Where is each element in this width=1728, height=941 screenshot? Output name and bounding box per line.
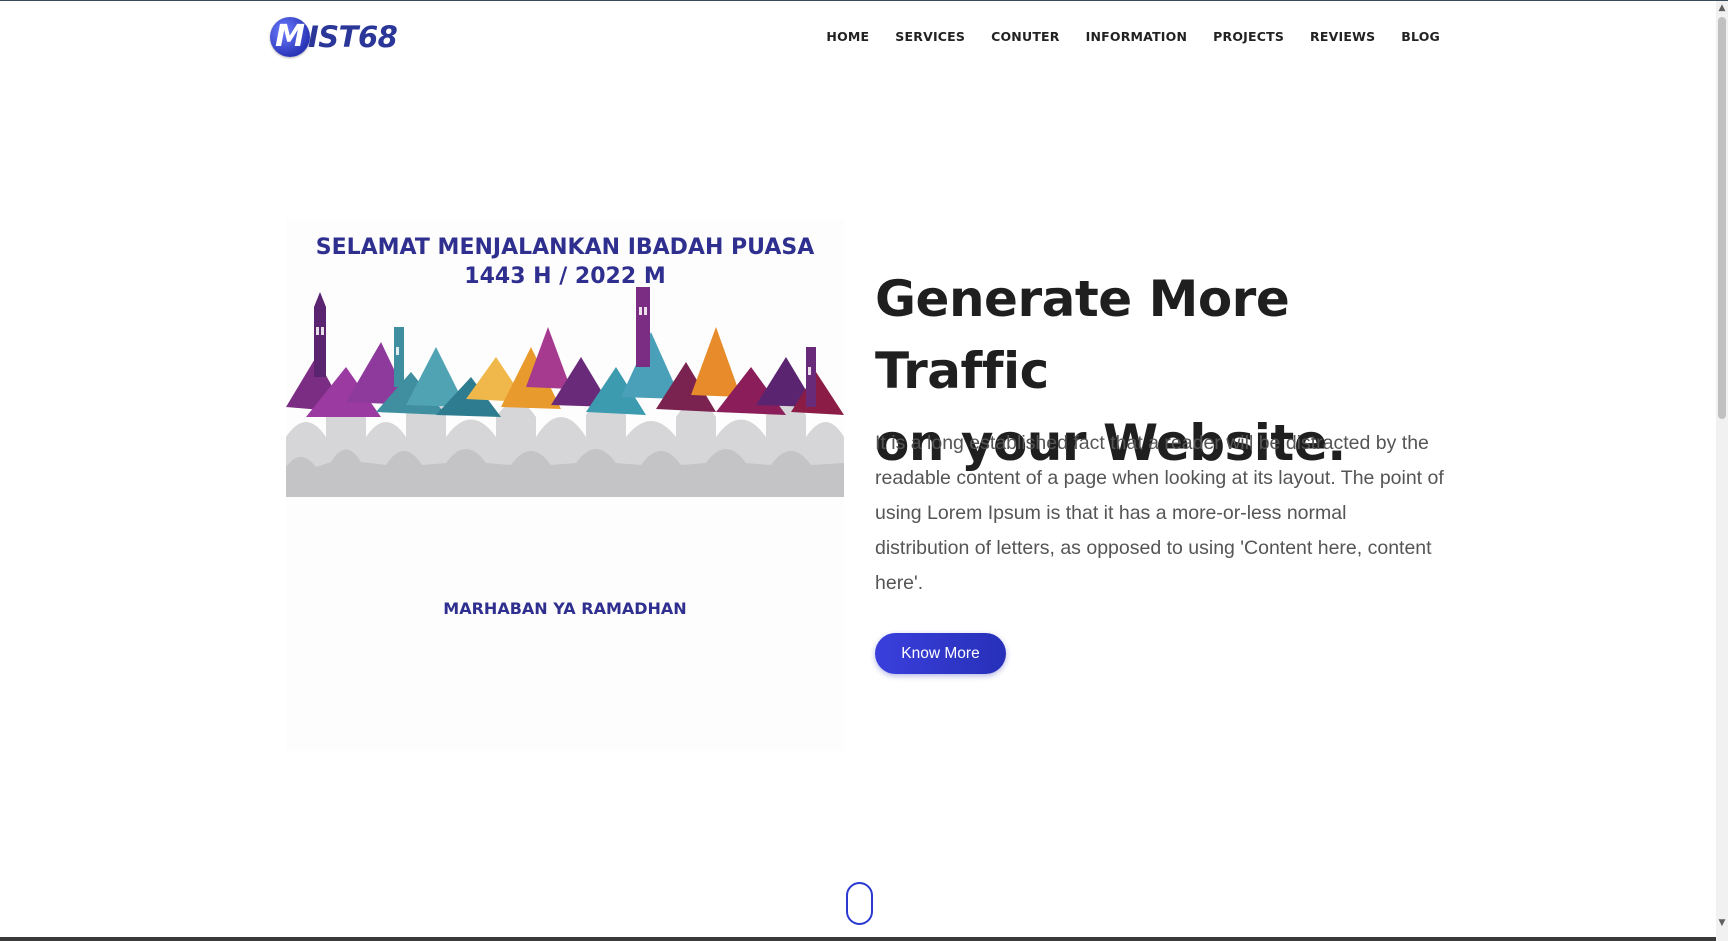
know-more-button[interactable]: Know More bbox=[875, 633, 1006, 674]
nav-services[interactable]: SERVICES bbox=[895, 29, 965, 44]
hero-title-line1: Generate More Traffic bbox=[875, 270, 1290, 400]
horizontal-scrollbar[interactable] bbox=[0, 937, 1716, 941]
banner-title-line1: SELAMAT MENJALANKAN IBADAH PUASA bbox=[315, 235, 815, 260]
nav-reviews[interactable]: REVIEWS bbox=[1310, 29, 1375, 44]
page: M IST68 HOME SERVICES CONUTER INFORMATIO… bbox=[0, 0, 1728, 941]
ramadhan-banner: SELAMAT MENJALANKAN IBADAH PUASA 1443 H … bbox=[286, 219, 844, 751]
scroll-up-arrow-icon[interactable]: ▲ bbox=[1717, 3, 1727, 13]
mosque-illustration bbox=[286, 287, 844, 497]
scrollbar-thumb[interactable] bbox=[1718, 17, 1726, 419]
nav-conuter[interactable]: CONUTER bbox=[991, 29, 1060, 44]
logo-badge: M bbox=[270, 17, 310, 57]
nav-information[interactable]: INFORMATION bbox=[1086, 29, 1188, 44]
nav-blog[interactable]: BLOG bbox=[1401, 29, 1440, 44]
banner-title: SELAMAT MENJALANKAN IBADAH PUASA 1443 H … bbox=[286, 233, 844, 291]
nav-home[interactable]: HOME bbox=[826, 29, 869, 44]
vertical-scrollbar[interactable]: ▲ ▼ bbox=[1716, 1, 1728, 941]
banner-footer: MARHABAN YA RAMADHAN bbox=[443, 599, 687, 618]
hero-description: It is a long established fact that a rea… bbox=[875, 432, 1444, 594]
logo-text: IST68 bbox=[308, 20, 398, 54]
mouse-scroll-icon[interactable] bbox=[846, 882, 873, 925]
scroll-down-arrow-icon[interactable]: ▼ bbox=[1717, 918, 1727, 928]
main-nav: HOME SERVICES CONUTER INFORMATION PROJEC… bbox=[826, 29, 1440, 44]
nav-projects[interactable]: PROJECTS bbox=[1213, 29, 1284, 44]
site-logo[interactable]: M IST68 bbox=[270, 15, 398, 59]
